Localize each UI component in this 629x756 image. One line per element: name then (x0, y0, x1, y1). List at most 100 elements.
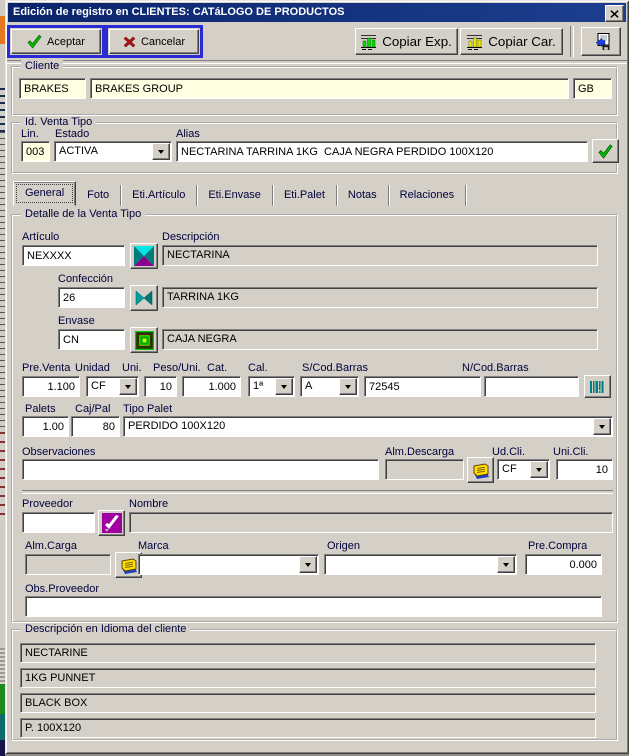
chevron-down-icon (281, 385, 287, 392)
alias-field[interactable] (176, 141, 588, 162)
uni-cli-label: Uni.Cli. (553, 446, 588, 458)
proveedor-lookup-button[interactable] (98, 510, 125, 536)
uni-field[interactable] (144, 376, 177, 397)
unidad-select[interactable]: CF (86, 376, 139, 397)
alm-descarga-lookup-button[interactable] (467, 457, 494, 483)
lin-field[interactable] (21, 141, 50, 162)
envase-desc-field: CAJA NEGRA (162, 329, 598, 350)
tab-relaciones[interactable]: Relaciones (389, 185, 466, 206)
chevron-down-icon (125, 385, 131, 392)
tipo-palet-select[interactable]: PERDIDO 100X120 (123, 416, 613, 437)
copiar-exp-button[interactable]: Copiar Exp. (355, 28, 458, 55)
tab-strip: General Foto Eti.Artículo Eti.Envase Eti… (13, 180, 466, 206)
card-file-icon (471, 460, 491, 480)
cat-select[interactable]: 1ª (248, 376, 295, 397)
obs-proveedor-field[interactable] (25, 596, 602, 617)
confeccion-label: Confección (58, 273, 113, 285)
confeccion-field[interactable] (58, 287, 125, 308)
proveedor-label: Proveedor (22, 498, 73, 510)
marca-dropdown-button[interactable] (299, 556, 317, 573)
lin-label: Lin. (21, 128, 39, 140)
origen-dropdown-button[interactable] (497, 556, 515, 573)
nombre-label: Nombre (129, 498, 168, 510)
uni-cli-field[interactable] (556, 459, 613, 480)
proveedor-field[interactable] (22, 512, 95, 533)
marca-select[interactable] (138, 554, 319, 575)
alias-confirm-button[interactable] (592, 139, 619, 163)
cal-value: A (305, 380, 312, 392)
check-icon (27, 35, 42, 49)
nested-squares-lookup-icon (135, 331, 154, 350)
palets-field[interactable] (22, 416, 69, 437)
articulo-field[interactable] (22, 245, 125, 266)
x-icon (123, 36, 136, 48)
bar-chart-green-icon (361, 34, 377, 50)
envase-label: Envase (58, 315, 95, 327)
aceptar-button[interactable]: Aceptar (11, 29, 101, 54)
barcode-icon (589, 380, 607, 394)
toolbar-divider (570, 26, 574, 57)
pre-venta-label: Pre.Venta (22, 362, 70, 374)
nombre-field (129, 512, 613, 533)
tab-foto[interactable]: Foto (76, 185, 121, 206)
cat-dropdown-button[interactable] (275, 378, 293, 395)
tipo-palet-dropdown-button[interactable] (593, 418, 611, 435)
estado-select[interactable]: ACTIVA (54, 141, 172, 162)
observaciones-field[interactable] (22, 459, 379, 480)
descripcion-field: NECTARINA (162, 245, 598, 266)
origen-select[interactable] (324, 554, 517, 575)
cliente-codigo-field[interactable] (19, 78, 86, 99)
articulo-lookup-button[interactable] (130, 243, 158, 269)
cliente-legend: Cliente (21, 60, 63, 72)
marca-label: Marca (138, 540, 169, 552)
peso-uni-field[interactable] (182, 376, 241, 397)
copiar-car-label: Copiar Car. (488, 34, 555, 49)
close-icon (610, 10, 619, 18)
ud-cli-select[interactable]: CF (497, 459, 550, 480)
tab-eti-articulo[interactable]: Eti.Artículo (121, 185, 197, 206)
articulo-label: Artículo (22, 231, 59, 243)
hourglass-lookup-icon (134, 246, 154, 266)
cal-select[interactable]: A (300, 376, 359, 397)
cliente-nombre-field[interactable] (90, 78, 569, 99)
confeccion-lookup-button[interactable] (130, 285, 158, 311)
title-bar[interactable]: Edición de registro en CLIENTES: CATáLOG… (8, 3, 626, 22)
tab-general[interactable]: General (13, 181, 76, 206)
cal-dropdown-button[interactable] (339, 378, 357, 395)
pre-compra-field[interactable] (525, 554, 602, 575)
idioma-line-1: NECTARINE (20, 643, 596, 663)
magenta-check-icon (102, 513, 122, 533)
cal-label: Cal. (248, 362, 268, 374)
estado-dropdown-button[interactable] (152, 143, 170, 160)
pre-venta-field[interactable] (22, 376, 80, 397)
tab-eti-envase[interactable]: Eti.Envase (197, 185, 273, 206)
cancelar-button[interactable]: Cancelar (109, 29, 199, 54)
edit-record-dialog: Edición de registro en CLIENTES: CATáLOG… (5, 0, 629, 754)
caj-pal-field[interactable] (71, 416, 120, 437)
s-cod-barras-field[interactable] (364, 376, 481, 397)
unidad-dropdown-button[interactable] (119, 378, 137, 395)
n-cod-barras-field[interactable] (484, 376, 579, 397)
tab-eti-palet[interactable]: Eti.Palet (273, 185, 337, 206)
tab-notas[interactable]: Notas (337, 185, 389, 206)
barcode-button[interactable] (584, 375, 611, 398)
bar-chart-yellow-icon (467, 34, 483, 50)
confeccion-desc-field: TARRINA 1KG (162, 287, 598, 308)
pre-compra-label: Pre.Compra (528, 540, 587, 552)
chevron-down-icon (158, 150, 164, 157)
transfer-save-button[interactable] (581, 27, 621, 56)
tipo-palet-value: PERDIDO 100X120 (128, 420, 225, 432)
idioma-legend: Descripción en Idioma del cliente (21, 623, 190, 635)
alias-label: Alias (176, 128, 200, 140)
envase-lookup-button[interactable] (130, 327, 158, 353)
uni-label: Uni. (122, 362, 142, 374)
chevron-down-icon (599, 425, 605, 432)
chevron-down-icon (305, 563, 311, 570)
ud-cli-dropdown-button[interactable] (530, 461, 548, 478)
alm-descarga-field (385, 459, 464, 480)
envase-field[interactable] (58, 329, 125, 350)
close-button[interactable] (605, 5, 624, 22)
cancelar-highlight-frame: Cancelar (105, 25, 203, 58)
copiar-car-button[interactable]: Copiar Car. (460, 28, 563, 55)
cliente-pais-field[interactable] (573, 78, 612, 99)
